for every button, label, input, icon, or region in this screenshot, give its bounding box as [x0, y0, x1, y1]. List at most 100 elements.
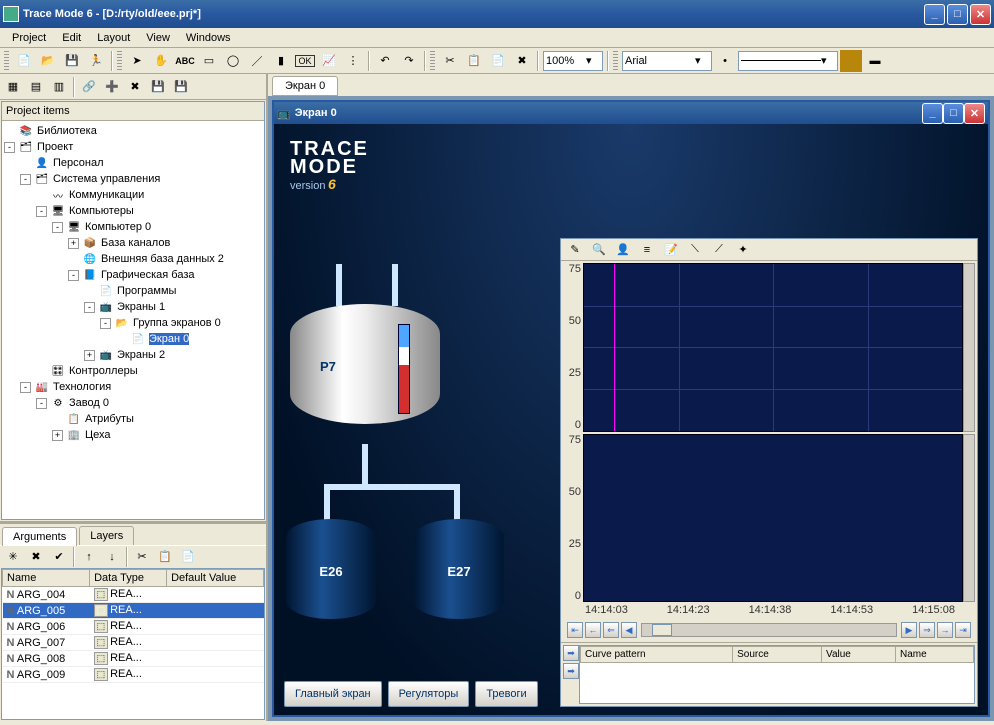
del-icon[interactable]: ✖	[124, 76, 146, 98]
chart1-scrollbar[interactable]	[963, 263, 975, 432]
tank-e27[interactable]: E27	[414, 519, 504, 629]
expand-icon[interactable]: +	[84, 350, 95, 361]
argument-row[interactable]: N ARG_009⬚REA...	[3, 667, 264, 683]
tree-item[interactable]: -📘Графическая база	[4, 267, 262, 283]
trend-star-icon[interactable]: ✦	[732, 239, 754, 261]
toolbar-grip[interactable]	[613, 51, 618, 71]
mdi-titlebar[interactable]: 📺 Экран 0 _ □ ✕	[274, 102, 988, 124]
expand-icon[interactable]: -	[68, 270, 79, 281]
argument-row[interactable]: N ARG_004⬚REA...	[3, 587, 264, 603]
delete-icon[interactable]: ✖	[511, 50, 533, 72]
fill-color-icon[interactable]	[840, 50, 862, 72]
button-icon[interactable]: OK	[294, 50, 316, 72]
tree-item[interactable]: 📋Атрибуты	[4, 411, 262, 427]
arg-check-icon[interactable]: ✔	[48, 546, 70, 568]
expand-icon[interactable]: -	[36, 398, 47, 409]
menu-windows[interactable]: Windows	[178, 30, 239, 46]
tank-e26[interactable]: E26	[286, 519, 376, 629]
mdi-minimize-button[interactable]: _	[922, 103, 943, 124]
curve-add-icon[interactable]: ➡	[563, 663, 579, 679]
col-name[interactable]: Name	[3, 570, 90, 587]
menu-layout[interactable]: Layout	[89, 30, 138, 46]
tree-item[interactable]: 🎛Контроллеры	[4, 363, 262, 379]
main-screen-button[interactable]: Главный экран	[284, 681, 382, 707]
line-color-icon[interactable]: ▬	[864, 50, 886, 72]
rect-icon[interactable]: ▭	[198, 50, 220, 72]
copy-icon[interactable]: 📋	[463, 50, 485, 72]
redo-icon[interactable]: ↷	[398, 50, 420, 72]
expand-icon[interactable]: -	[100, 318, 111, 329]
close-button[interactable]: ✕	[970, 4, 991, 25]
trend-tool2-icon[interactable]: ⟋	[708, 239, 730, 261]
arg-cut-icon[interactable]: ✂	[131, 546, 153, 568]
trend-chart-1[interactable]: 7550250	[563, 263, 975, 432]
arg-copy-icon[interactable]: 📋	[154, 546, 176, 568]
expand-icon[interactable]: -	[52, 222, 63, 233]
add-icon[interactable]: ➕	[101, 76, 123, 98]
project-tree[interactable]: 📚Библиотека-🗂Проект👤Персонал-🗂Система уп…	[2, 121, 264, 445]
tree-item[interactable]: 📚Библиотека	[4, 123, 262, 139]
tree-item[interactable]: -🗂Проект	[4, 139, 262, 155]
curve-next-icon[interactable]: ➡	[563, 645, 579, 661]
mdi-close-button[interactable]: ✕	[964, 103, 985, 124]
arg-up-icon[interactable]: ↑	[78, 546, 100, 568]
nav-pagenext-icon[interactable]: ⇒	[919, 622, 935, 638]
expand-icon[interactable]: -	[84, 302, 95, 313]
toolbar-grip[interactable]	[117, 51, 122, 71]
curve-table[interactable]: Curve pattern Source Value Name	[579, 645, 975, 704]
toolbar-grip[interactable]	[430, 51, 435, 71]
expand-icon[interactable]: -	[20, 382, 31, 393]
argument-row[interactable]: N ARG_006⬚REA...	[3, 619, 264, 635]
expand-icon[interactable]: +	[68, 238, 79, 249]
font-props-icon[interactable]: •	[714, 50, 736, 72]
undo-icon[interactable]: ↶	[374, 50, 396, 72]
chart2-scrollbar[interactable]	[963, 434, 975, 603]
col-default[interactable]: Default Value	[167, 570, 264, 587]
paste-icon[interactable]: 📄	[487, 50, 509, 72]
line-icon[interactable]: ／	[246, 50, 268, 72]
menu-edit[interactable]: Edit	[54, 30, 89, 46]
trend-icon[interactable]: 📈	[318, 50, 340, 72]
col-type[interactable]: Data Type	[90, 570, 167, 587]
arguments-grid[interactable]: Name Data Type Default Value N ARG_004⬚R…	[1, 568, 265, 720]
tab-arguments[interactable]: Arguments	[2, 527, 77, 546]
tree-item[interactable]: -🖥Компьютеры	[4, 203, 262, 219]
tree-item[interactable]: +📺Экраны 2	[4, 347, 262, 363]
arg-paste-icon[interactable]: 📄	[177, 546, 199, 568]
trend-layers-icon[interactable]: ≡	[636, 239, 658, 261]
expand-icon[interactable]: -	[4, 142, 15, 153]
linestyle-combo[interactable]: ▾	[738, 51, 838, 71]
mdi-maximize-button[interactable]: □	[943, 103, 964, 124]
arg-down-icon[interactable]: ↓	[101, 546, 123, 568]
nav-step-next-icon[interactable]: ▶	[901, 622, 917, 638]
level-icon[interactable]: ▮	[270, 50, 292, 72]
minimize-button[interactable]: _	[924, 4, 945, 25]
trend-props-icon[interactable]: 👤	[612, 239, 634, 261]
tab-layers[interactable]: Layers	[79, 526, 134, 545]
zoom-combo[interactable]: ▾	[543, 51, 603, 71]
tree-item[interactable]: 📄Программы	[4, 283, 262, 299]
tree-item[interactable]: 📄Экран 0	[4, 331, 262, 347]
trend-chart-2[interactable]: 7550250	[563, 434, 975, 603]
menu-view[interactable]: View	[138, 30, 178, 46]
alarms-button[interactable]: Тревоги	[475, 681, 537, 707]
font-combo[interactable]: ▾	[622, 51, 712, 71]
menu-project[interactable]: Project	[4, 30, 54, 46]
pointer-icon[interactable]: ➤	[126, 50, 148, 72]
nav-slider[interactable]	[641, 623, 897, 637]
nav-first-icon[interactable]: ⇤	[567, 622, 583, 638]
doc-tab-screen0[interactable]: Экран 0	[272, 76, 338, 96]
trend-cursor-icon[interactable]: ✎	[564, 239, 586, 261]
tree-item[interactable]: -🖥Компьютер 0	[4, 219, 262, 235]
open-icon[interactable]: 📂	[37, 50, 59, 72]
trend-edit-icon[interactable]: 📝	[660, 239, 682, 261]
tree-item[interactable]: -🏭Технология	[4, 379, 262, 395]
cut-icon[interactable]: ✂	[439, 50, 461, 72]
expand-icon[interactable]: -	[36, 206, 47, 217]
trend-zoom-icon[interactable]: 🔍	[588, 239, 610, 261]
argument-row[interactable]: N ARG_005⬚REA...	[3, 603, 264, 619]
arg-del-icon[interactable]: ✖	[25, 546, 47, 568]
tree-item[interactable]: +📦База каналов	[4, 235, 262, 251]
font-input[interactable]	[625, 55, 695, 67]
tree-item[interactable]: -🗂Система управления	[4, 171, 262, 187]
